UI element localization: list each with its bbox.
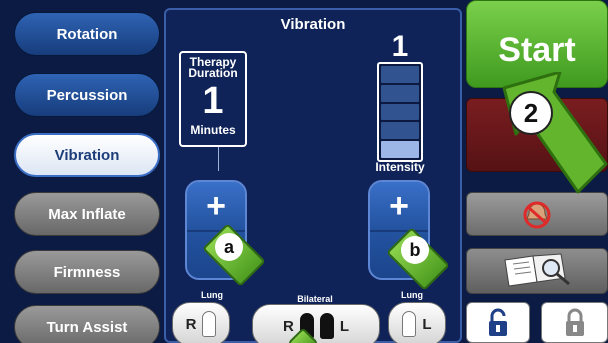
callout-b-badge: b [401,236,429,264]
lock-button[interactable] [541,302,608,343]
turn-assist-button[interactable]: Turn Assist [14,305,160,343]
callout-a-badge: a [215,233,243,261]
lung-icon [319,313,334,339]
manual-search-icon [504,253,570,287]
right-lung-button[interactable]: R [172,302,230,343]
callout-2-arrow-icon [500,70,608,200]
manual-button[interactable] [466,248,608,294]
callout-bilateral-arrow-icon [287,327,319,343]
turn-assist-label: Turn Assist [46,318,128,336]
unlock-button[interactable] [466,302,530,343]
max-inflate-button[interactable]: Max Inflate [14,192,160,236]
rotation-button[interactable]: Rotation [14,12,160,56]
bilateral-l-letter: L [339,317,349,335]
right-lung-label: Lung [201,290,223,300]
therapy-duration-display: Therapy Duration 1 Minutes [179,51,247,147]
therapy-panel: Vibration Therapy Duration 1 Minutes 1 I… [164,8,462,343]
intensity-meter [377,62,423,162]
lung-icon [202,311,217,337]
intensity-segment [381,103,419,121]
intensity-segment [381,66,419,83]
duration-value: 1 [202,80,224,122]
max-inflate-label: Max Inflate [48,205,126,223]
intensity-label: Intensity [375,160,425,174]
left-letter: L [422,315,432,333]
duration-unit: Minutes [190,123,236,137]
bilateral-label: Bilateral [297,294,333,304]
vibration-button[interactable]: Vibration [14,133,160,177]
callout-2-badge: 2 [509,91,553,135]
firmness-button[interactable]: Firmness [14,250,160,294]
intensity-segment [381,84,419,102]
left-lung-label: Lung [401,290,423,300]
percussion-button[interactable]: Percussion [14,73,160,117]
intensity-segment [381,122,419,140]
duration-connector [218,147,219,171]
vibration-label: Vibration [54,146,120,164]
duration-label: Therapy Duration [188,55,238,80]
plus-icon: + [389,186,409,225]
plus-icon: + [206,186,226,225]
left-lung-button[interactable]: L [388,302,446,343]
mute-bell-icon [523,201,551,229]
rotation-label: Rotation [56,25,118,43]
start-label: Start [498,31,576,69]
firmness-label: Firmness [53,263,121,281]
percussion-label: Percussion [46,86,128,104]
intensity-increase-button[interactable]: + [370,182,428,232]
intensity-segment [381,141,419,158]
unlock-icon [489,308,507,336]
lock-icon [565,308,584,336]
right-letter: R [185,315,197,333]
vibration-settings-screen: Rotation Percussion Vibration Max Inflat… [0,0,608,343]
lung-icon [402,311,417,337]
intensity-value: 1 [391,30,409,63]
